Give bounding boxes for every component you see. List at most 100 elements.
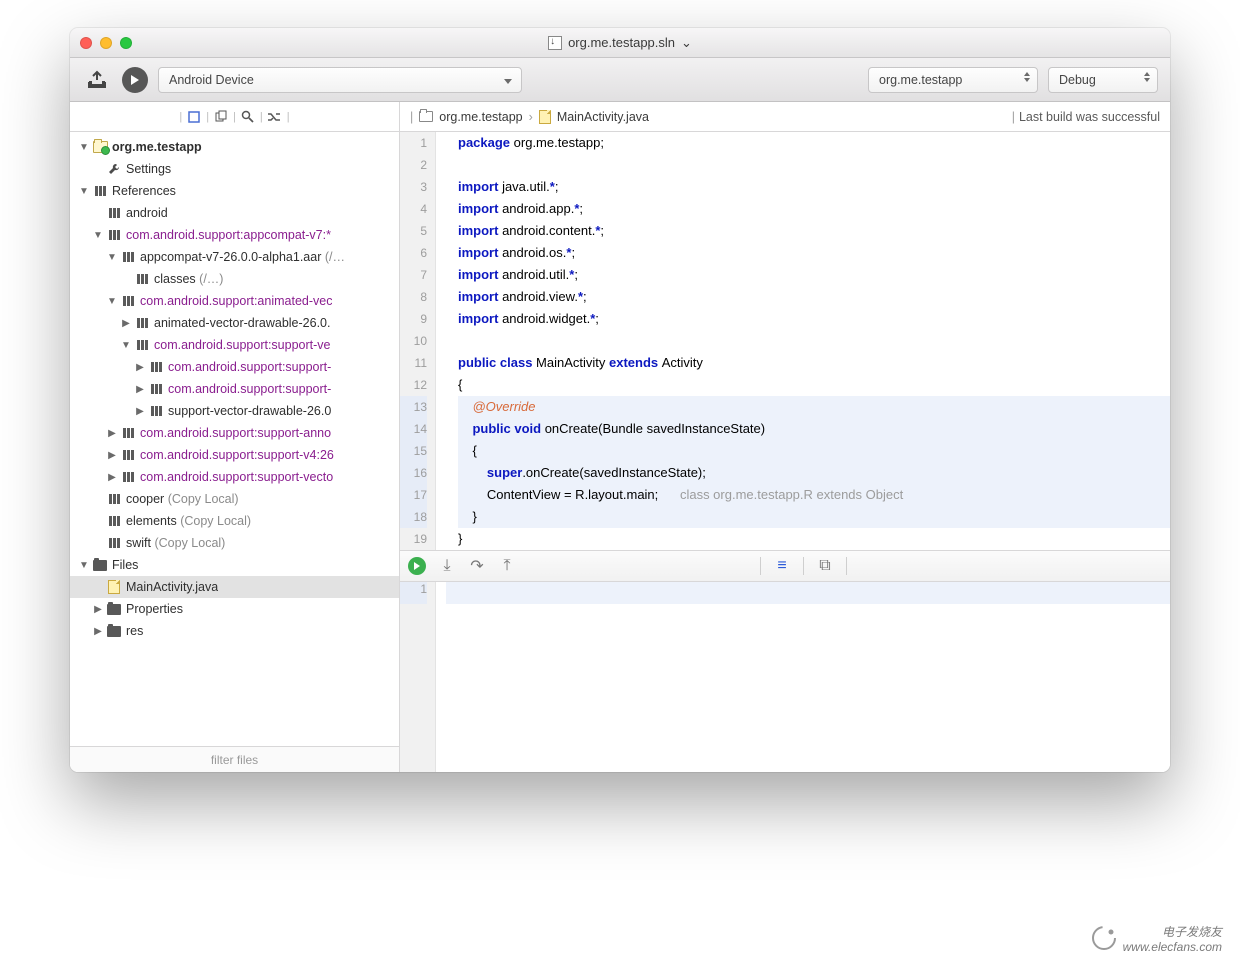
code-line[interactable]: import android.util.*; [458,264,1170,286]
tree-item[interactable]: MainActivity.java [70,576,399,598]
shuffle-icon[interactable] [267,109,283,125]
code-line[interactable]: import java.util.*; [458,176,1170,198]
code-line[interactable]: package org.me.testapp; [458,132,1170,154]
tree-item[interactable]: swift (Copy Local) [70,532,399,554]
console-panel[interactable]: 1 [400,582,1170,772]
expand-toggle-icon[interactable] [92,626,104,637]
expand-toggle-icon[interactable] [106,296,118,307]
expand-toggle-icon[interactable] [92,230,104,241]
build-status-text: Last build was successful [1019,110,1160,124]
expand-toggle-icon[interactable] [120,318,132,329]
tree-item[interactable]: animated-vector-drawable-26.0. [70,312,399,334]
code-line[interactable]: super.onCreate(savedInstanceState); [458,462,1170,484]
run-button[interactable] [122,67,148,93]
deploy-button[interactable] [82,67,112,93]
library-icon [106,206,122,220]
tree-item-label: com.android.support:animated-vec [140,294,332,308]
code-body[interactable]: package org.me.testapp; import java.util.… [436,132,1170,550]
expand-toggle-icon[interactable] [78,560,90,571]
expand-toggle-icon[interactable] [106,252,118,263]
tree-item[interactable]: References [70,180,399,202]
tree-item-label: com.android.support:support-ve [154,338,330,352]
console-run-button[interactable] [408,557,426,575]
code-line[interactable]: import android.view.*; [458,286,1170,308]
expand-toggle-icon[interactable] [134,362,146,373]
copy-icon[interactable] [213,109,229,125]
tree-item[interactable]: classes (/…) [70,268,399,290]
close-icon[interactable] [80,37,92,49]
filter-files-input[interactable]: filter files [70,746,399,772]
expand-toggle-icon[interactable] [106,472,118,483]
code-line[interactable] [458,154,1170,176]
expand-toggle-icon[interactable] [134,406,146,417]
expand-toggle-icon[interactable] [134,384,146,395]
tree-item[interactable]: org.me.testapp [70,136,399,158]
code-line[interactable]: public void onCreate(Bundle savedInstanc… [458,418,1170,440]
expand-toggle-icon[interactable] [92,604,104,615]
code-line[interactable]: public class MainActivity extends Activi… [458,352,1170,374]
breadcrumb-file[interactable]: MainActivity.java [557,110,649,124]
list-view-icon[interactable]: ≡ [773,557,791,575]
project-tree[interactable]: org.me.testappSettingsReferences android c… [70,132,399,746]
code-line[interactable]: import android.os.*; [458,242,1170,264]
target-device-dropdown[interactable]: Android Device [158,67,522,93]
code-line[interactable]: @Override [458,396,1170,418]
tree-item-label: Properties [126,602,183,616]
editor-pane: | org.me.testapp › MainActivity.java | L… [400,102,1170,772]
code-line[interactable]: ContentView = R.layout.main; class org.m… [458,484,1170,506]
tree-item-label: android [126,206,168,220]
expand-toggle-icon[interactable] [120,340,132,351]
code-line[interactable]: { [458,374,1170,396]
config-dropdown[interactable]: Debug [1048,67,1158,93]
expand-toggle-icon[interactable] [106,428,118,439]
console-body[interactable] [436,582,1170,772]
code-line[interactable]: } [458,506,1170,528]
tree-item[interactable]: Settings [70,158,399,180]
tree-item[interactable]: com.android.support:animated-vec [70,290,399,312]
code-line[interactable]: import android.content.*; [458,220,1170,242]
tree-item[interactable]: cooper (Copy Local) [70,488,399,510]
tree-item[interactable]: Properties [70,598,399,620]
tree-item-label: com.android.support:support- [168,360,331,374]
link-icon[interactable]: ⧉ [816,557,834,575]
tree-item[interactable]: com.android.support:support-ve [70,334,399,356]
tree-item[interactable]: com.android.support:support-vecto [70,466,399,488]
breadcrumb-project[interactable]: org.me.testapp [439,110,522,124]
step-out-icon[interactable]: ⤒ [498,557,516,575]
tree-item[interactable]: com.android.support:support- [70,378,399,400]
tree-item[interactable]: support-vector-drawable-26.0 [70,400,399,422]
code-line[interactable]: import android.app.*; [458,198,1170,220]
tree-item[interactable]: Files [70,554,399,576]
expand-toggle-icon[interactable] [78,142,90,153]
expand-toggle-icon[interactable] [78,186,90,197]
tree-item[interactable]: com.android.support:support-v4:26 [70,444,399,466]
tree-item[interactable]: elements (Copy Local) [70,510,399,532]
tree-item[interactable]: com.android.support:support- [70,356,399,378]
build-status: | Last build was successful [1012,110,1160,124]
window-icon[interactable] [186,109,202,125]
library-icon [120,470,136,484]
step-over-icon[interactable]: ↷ [468,557,486,575]
project-dropdown[interactable]: org.me.testapp [868,67,1038,93]
code-line[interactable]: import android.widget.*; [458,308,1170,330]
tree-item[interactable]: com.android.support:support-anno [70,422,399,444]
expand-toggle-icon[interactable] [106,450,118,461]
tree-item[interactable]: res [70,620,399,642]
step-in-icon[interactable]: ⤓ [438,557,456,575]
code-line[interactable]: { [458,440,1170,462]
minimize-icon[interactable] [100,37,112,49]
config-value: Debug [1059,73,1096,87]
tree-item[interactable]: appcompat-v7-26.0.0-alpha1.aar (/… [70,246,399,268]
code-editor[interactable]: 12345678910111213141516171819 package or… [400,132,1170,550]
tree-item-label: animated-vector-drawable-26.0. [154,316,330,330]
code-line[interactable] [458,330,1170,352]
code-line[interactable]: } [458,528,1170,550]
chevron-down-icon[interactable]: ⌄ [681,35,692,51]
traffic-lights [80,37,132,49]
tree-item-label: com.android.support:support-v4:26 [140,448,334,462]
titlebar[interactable]: org.me.testapp.sln ⌄ [70,28,1170,58]
zoom-icon[interactable] [120,37,132,49]
tree-item[interactable]: com.android.support:appcompat-v7:* [70,224,399,246]
tree-item[interactable]: android [70,202,399,224]
search-icon[interactable] [240,109,256,125]
